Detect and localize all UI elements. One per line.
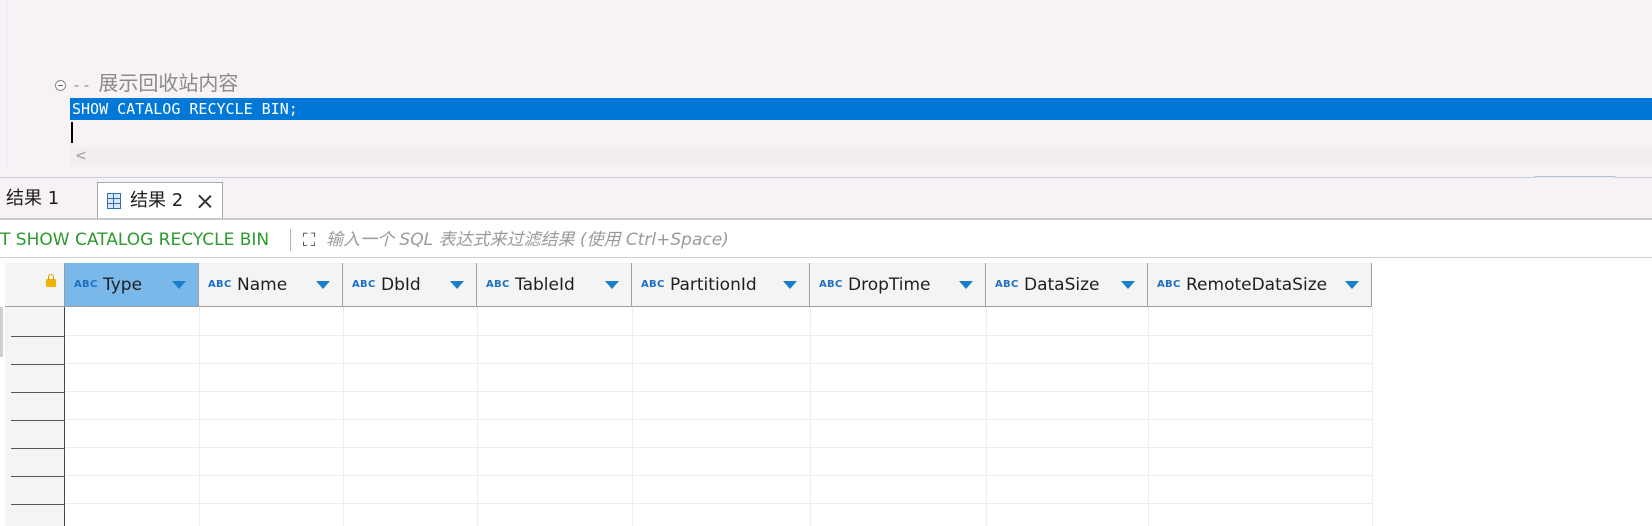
abc-type-icon: ABC xyxy=(74,279,98,290)
sort-dropdown-icon[interactable] xyxy=(783,281,797,289)
grid-column-line xyxy=(1148,307,1149,526)
row-number-separator xyxy=(11,448,65,449)
scroll-left-icon[interactable]: < xyxy=(75,147,87,165)
selected-sql-line[interactable]: SHOW CATALOG RECYCLE BIN; xyxy=(70,98,1652,120)
fold-collapse-icon[interactable] xyxy=(55,80,66,91)
grid-column-line xyxy=(343,307,344,526)
filter-bar: T SHOW CATALOG RECYCLE BIN ⛶ xyxy=(0,222,1652,258)
column-label: DataSize xyxy=(1024,275,1100,295)
grid-column-line xyxy=(199,307,200,526)
column-label: DropTime xyxy=(848,275,931,295)
abc-type-icon: ABC xyxy=(486,279,510,290)
lock-icon xyxy=(46,274,56,287)
close-icon[interactable] xyxy=(197,194,212,209)
column-header-remotedatasize[interactable]: ABC RemoteDataSize xyxy=(1148,263,1372,307)
abc-type-icon: ABC xyxy=(1157,279,1181,290)
row-number-column xyxy=(5,307,65,526)
grid-row-line xyxy=(65,419,1372,420)
column-label: TableId xyxy=(515,275,575,295)
column-label: PartitionId xyxy=(670,275,757,295)
tab-result-2[interactable]: 结果 2 xyxy=(97,182,223,220)
table-grid-icon xyxy=(107,193,121,209)
grid-column-line xyxy=(632,307,633,526)
sort-dropdown-icon[interactable] xyxy=(605,281,619,289)
grid-row-line xyxy=(65,363,1372,364)
abc-type-icon: ABC xyxy=(352,279,376,290)
column-header-tableid[interactable]: ABC TableId xyxy=(477,263,632,307)
row-number-separator xyxy=(11,392,65,393)
column-label: DbId xyxy=(381,275,421,295)
column-label: RemoteDataSize xyxy=(1186,275,1328,295)
editor-horizontal-scrollbar[interactable]: < xyxy=(70,147,1652,165)
editor-comment-line: -- 展示回收站内容 xyxy=(72,72,238,94)
grid-column-line xyxy=(810,307,811,526)
column-header-name[interactable]: ABC Name xyxy=(199,263,343,307)
editor-gutter xyxy=(6,0,7,168)
tabbar-border xyxy=(0,218,1652,220)
grid-left-edge xyxy=(0,307,3,357)
sort-dropdown-icon[interactable] xyxy=(450,281,464,289)
sort-dropdown-icon[interactable] xyxy=(1345,281,1359,289)
abc-type-icon: ABC xyxy=(819,279,843,290)
sql-statement: SHOW CATALOG RECYCLE BIN; xyxy=(72,100,298,118)
grid-corner[interactable] xyxy=(5,263,65,307)
grid-row-line xyxy=(65,391,1372,392)
grid-header-row: ABC Type ABC Name ABC DbId ABC TableId A… xyxy=(0,263,1652,307)
result-tabs: 结果 1 结果 2 xyxy=(0,178,1652,220)
column-header-droptime[interactable]: ABC DropTime xyxy=(810,263,986,307)
column-header-datasize[interactable]: ABC DataSize xyxy=(986,263,1148,307)
grid-column-line xyxy=(986,307,987,526)
grid-row-line xyxy=(65,475,1372,476)
abc-type-icon: ABC xyxy=(995,279,1019,290)
abc-type-icon: ABC xyxy=(208,279,232,290)
tab-label: 结果 2 xyxy=(130,190,184,211)
column-header-partitionid[interactable]: ABC PartitionId xyxy=(632,263,810,307)
comment-prefix: -- xyxy=(72,76,93,94)
sort-dropdown-icon[interactable] xyxy=(1121,281,1135,289)
column-label: Name xyxy=(237,275,288,295)
row-number-separator xyxy=(11,364,65,365)
sort-dropdown-icon[interactable] xyxy=(959,281,973,289)
tab-label: 结果 1 xyxy=(6,188,60,209)
column-label: Type xyxy=(103,275,143,295)
filter-separator xyxy=(290,229,291,251)
sort-dropdown-icon[interactable] xyxy=(172,281,186,289)
query-label[interactable]: T SHOW CATALOG RECYCLE BIN xyxy=(0,228,269,252)
sort-dropdown-icon[interactable] xyxy=(316,281,330,289)
row-number-separator xyxy=(11,504,65,505)
comment-text: 展示回收站内容 xyxy=(92,71,239,95)
row-number-separator xyxy=(11,336,65,337)
filter-input[interactable] xyxy=(326,226,1646,254)
grid-column-line xyxy=(477,307,478,526)
grid-row-line xyxy=(65,447,1372,448)
tab-result-1[interactable]: 结果 1 xyxy=(0,184,65,214)
grid-row-line xyxy=(65,335,1372,336)
text-caret xyxy=(71,122,73,143)
column-header-dbid[interactable]: ABC DbId xyxy=(343,263,477,307)
row-number-separator xyxy=(11,476,65,477)
result-grid: ABC Type ABC Name ABC DbId ABC TableId A… xyxy=(0,263,1652,526)
row-number-separator xyxy=(11,420,65,421)
grid-row-line xyxy=(65,503,1372,504)
sql-editor[interactable]: -- 展示回收站内容 SHOW CATALOG RECYCLE BIN; < xyxy=(0,0,1652,178)
abc-type-icon: ABC xyxy=(641,279,665,290)
column-header-type[interactable]: ABC Type xyxy=(65,263,199,307)
expand-icon[interactable]: ⛶ xyxy=(298,230,320,252)
grid-column-line xyxy=(1372,307,1373,526)
